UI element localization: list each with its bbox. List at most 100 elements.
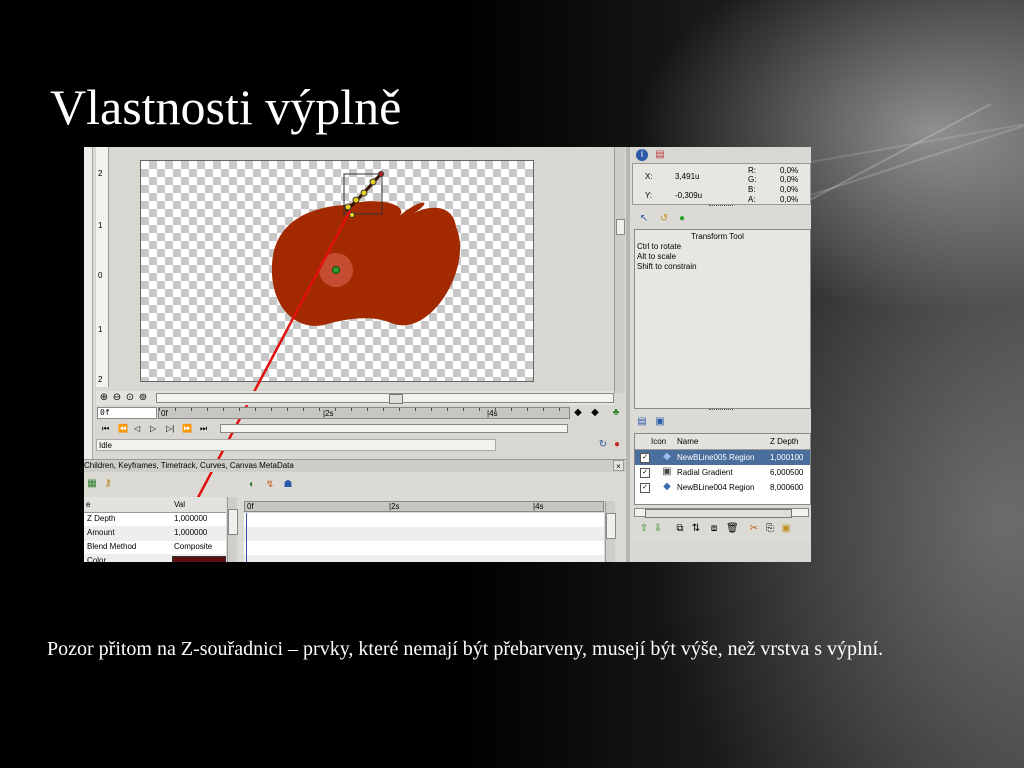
layers-hscrollbar[interactable]	[634, 508, 809, 518]
children-tab-icon[interactable]: ▦	[86, 478, 98, 490]
metadata-icon[interactable]: ☗	[282, 479, 294, 491]
status-text: Idle	[99, 441, 112, 450]
delete-layer-icon[interactable]: 🗑	[726, 523, 739, 535]
keyframe-lock-icon[interactable]: ◐	[246, 479, 258, 491]
bline-tangent	[378, 171, 384, 177]
next-keyframe-icon[interactable]: ⏩	[182, 424, 192, 433]
info-icon[interactable]: i	[636, 149, 648, 161]
panel-close-icon[interactable]: ×	[613, 460, 624, 471]
paste-icon[interactable]: ▣	[780, 523, 792, 535]
tool-hint: Alt to scale	[637, 252, 677, 261]
params-header-row: e Val	[84, 497, 226, 513]
x-value: 3,491u	[675, 172, 700, 181]
b-value: 0,0%	[780, 185, 799, 194]
r-value: 0,0%	[780, 166, 799, 175]
refresh-icon[interactable]: ↻	[597, 439, 609, 451]
param-row[interactable]: Color	[84, 554, 226, 562]
playback-scrollbar[interactable]	[220, 424, 568, 433]
stop-icon[interactable]: ●	[611, 439, 623, 451]
layer-zdepth: 6,000500	[770, 468, 804, 477]
layer-name: NewBLine004 Region	[677, 483, 755, 492]
params-col-value[interactable]: Val	[174, 497, 185, 512]
canvas-browser-icon[interactable]: ▣	[654, 416, 666, 428]
zoom-in-icon[interactable]: ⊕	[98, 392, 110, 404]
encapsulate-icon[interactable]: ⇅	[690, 523, 702, 535]
layer-row[interactable]: ✓ ▣ Radial Gradient 6,000500	[635, 465, 810, 480]
playback-bar: ⏮ ⏪ ◁ ▷ ▷| ⏩ ⏭	[96, 423, 616, 435]
status-ok-icon[interactable]: ●	[676, 213, 688, 225]
slide-title: Vlastnosti výplně	[50, 79, 402, 135]
prev-frame-icon[interactable]: ◁	[134, 424, 140, 433]
layer-row[interactable]: ✓ ◆ NewBLine004 Region 8,000600	[635, 480, 810, 495]
play-icon[interactable]: ▷	[150, 424, 156, 433]
layer-visibility-checkbox[interactable]: ✓	[640, 468, 650, 478]
r-label: R:	[748, 166, 756, 175]
timetrack-toolbar: ◐ ↯ ☗	[242, 477, 332, 495]
slide-caption: Pozor přitom na Z-souřadnici – prvky, kt…	[47, 638, 884, 660]
param-row[interactable]: Blend Method Composite	[84, 540, 226, 555]
params-col-name[interactable]: e	[86, 497, 90, 512]
zoom-out-icon[interactable]: ⊖	[111, 392, 123, 404]
animation-mode-icon[interactable]: ◆	[589, 407, 601, 419]
param-value[interactable]: Composite	[174, 540, 212, 554]
figure-icon[interactable]: ♣	[610, 407, 622, 419]
canvas-vscrollbar[interactable]	[614, 147, 625, 393]
layers-col-zdepth[interactable]: Z Depth	[770, 434, 798, 449]
time-mark: |2s	[323, 409, 334, 418]
layers-toolbar: ⇧ ⇩ ⧉ ⇅ ⧈ 🗑 ✂ ⎘ ▣	[634, 521, 811, 537]
layer-zdepth: 1,000100	[770, 453, 804, 462]
palette-icon[interactable]: ▤	[654, 149, 666, 161]
y-value: -0,309u	[675, 191, 703, 200]
seek-begin-icon[interactable]: ⏮	[102, 424, 109, 434]
layers-col-icon[interactable]: Icon	[651, 434, 666, 449]
sound-icon[interactable]: ◆	[572, 407, 584, 419]
copy-icon[interactable]: ⎘	[764, 523, 776, 535]
timetrack-area[interactable]	[244, 513, 604, 562]
next-frame-icon[interactable]: ▷|	[166, 424, 174, 433]
canvas-hscrollbar[interactable]	[156, 393, 614, 404]
zoom-fit-icon[interactable]: ⊙	[124, 392, 136, 404]
zoom-100-icon[interactable]: ⊚	[137, 392, 149, 404]
time-slider[interactable]: 0f |2s |4s	[158, 407, 570, 419]
tool-hint: Ctrl to rotate	[637, 242, 682, 251]
params-tabs-label[interactable]: Children, Keyframes, Timetrack, Curves, …	[84, 461, 294, 470]
layers-col-name[interactable]: Name	[677, 434, 698, 449]
library-tab-icon[interactable]: ⚷	[102, 478, 114, 490]
layer-visibility-checkbox[interactable]: ✓	[640, 483, 650, 493]
tool-options-panel: Transform Tool Ctrl to rotate Alt to sca…	[634, 229, 811, 409]
history-icon[interactable]: ↺	[658, 213, 670, 225]
params-vscrollbar[interactable]	[227, 497, 238, 562]
curves-icon[interactable]: ↯	[264, 479, 276, 491]
bline-vertex	[352, 196, 360, 204]
region-layer-icon: ◆	[663, 451, 671, 462]
layers-header-row: Icon Name Z Depth	[635, 434, 810, 450]
layer-row-selected[interactable]: ✓ ◆ NewBLine005 Region 1,000100	[635, 450, 810, 465]
cut-icon[interactable]: ✂	[748, 523, 760, 535]
param-name: Blend Method	[87, 542, 137, 551]
group-layer-icon[interactable]: ⧉	[674, 523, 686, 535]
color-swatch[interactable]	[172, 556, 226, 562]
panel-splitter[interactable]	[626, 147, 630, 562]
timetrack-ruler[interactable]: 0f |2s |4s	[244, 501, 604, 512]
duplicate-layer-icon[interactable]: ⧈	[708, 523, 720, 535]
param-name: Z Depth	[87, 514, 116, 523]
region-layer-icon: ◆	[663, 481, 671, 492]
b-label: B:	[748, 185, 756, 194]
layer-visibility-checkbox[interactable]: ✓	[640, 453, 650, 463]
seek-end-icon[interactable]: ⏭	[200, 424, 207, 434]
timetrack-vscrollbar[interactable]	[605, 501, 616, 562]
time-field[interactable]: 0f	[97, 407, 157, 419]
raise-layer-icon[interactable]: ⇧	[638, 523, 650, 535]
g-label: G:	[748, 175, 757, 184]
param-row[interactable]: Z Depth 1,000000	[84, 512, 226, 527]
param-value[interactable]: 1,000000	[174, 512, 207, 526]
y-label: Y:	[645, 191, 653, 200]
gradient-center-handle	[332, 266, 340, 274]
lower-layer-icon[interactable]: ⇩	[652, 523, 664, 535]
synfig-screenshot: 2 1 0 1 2 ta ⊕ ⊖ ⊙ ⊚ 0f	[84, 147, 811, 562]
param-row[interactable]: Amount 1,000000	[84, 526, 226, 541]
prev-keyframe-icon[interactable]: ⏪	[118, 424, 128, 433]
pointer-icon[interactable]: ↖	[638, 213, 650, 225]
layers-icon[interactable]: ▤	[636, 416, 648, 428]
param-value[interactable]: 1,000000	[174, 526, 207, 540]
